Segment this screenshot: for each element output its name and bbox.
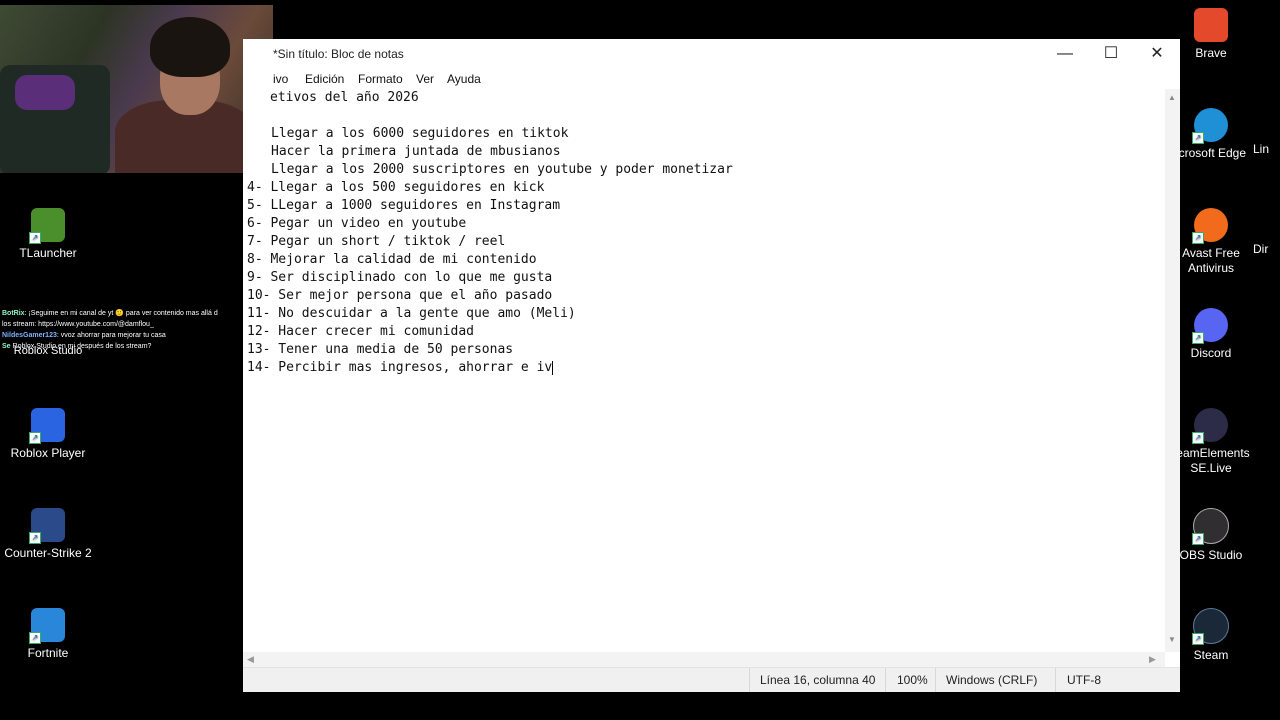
chat-username: NildesGamer123 [2,332,57,339]
steam-icon: ↗ [1192,608,1229,645]
status-line-ending: Windows (CRLF) [946,673,1038,687]
status-encoding: UTF-8 [1067,673,1101,687]
minimize-button[interactable]: — [1042,39,1088,69]
maximize-button[interactable]: ☐ [1088,39,1134,69]
desktop-icon-counter-strike[interactable]: ↗ Counter-Strike 2 [0,508,96,561]
chat-text: los stream: https://www.youtube.com/@dam… [2,321,154,328]
desktop-icon-label: TLauncher [19,246,77,260]
desktop-icon-label: Dir [1253,242,1269,256]
horizontal-scrollbar[interactable]: ◀ ▶ [243,652,1165,667]
discord-icon: ↗ [1192,308,1228,344]
chat-message: BotRix: ¡Seguime en mi canal de yt 🙂 par… [2,308,247,319]
streamelements-icon: ↗ [1192,408,1228,444]
text-line: 10- Ser mejor persona que el año pasado [247,288,553,303]
obs-icon: ↗ [1192,508,1229,545]
text-line-last: 14- Percibir mas ingresos, ahorrar e iv [247,359,554,377]
desktop-icon-label: Roblox Studio [13,345,83,357]
scroll-up-icon[interactable]: ▲ [1168,93,1176,102]
desktop-icon-label: Lin [1253,142,1270,156]
chat-text: : vvoz ahorrar para mejorar tu casa [56,332,166,339]
text-line: 8- Mejorar la calidad de mi contenido [247,252,537,267]
desktop-icon-label: Fortnite [27,646,69,660]
text-line: 13- Tener una media de 50 personas [247,342,514,357]
menu-edicion[interactable]: Edición [305,72,344,86]
counter-strike-icon: ↗ [29,508,65,544]
window-title: *Sin título: Bloc de notas [273,47,404,61]
fortnite-icon: ↗ [29,608,65,644]
scroll-down-icon[interactable]: ▼ [1168,635,1176,644]
text-line: Llegar a los 6000 seguidores en tiktok [271,126,569,141]
scroll-left-icon[interactable]: ◀ [247,654,254,665]
status-bar: Línea 16, columna 40 100% Windows (CRLF)… [243,667,1180,692]
avast-icon: ↗ [1192,208,1228,244]
text-editor[interactable]: etivos del año 2026 Llegar a los 6000 se… [243,89,1165,651]
title-bar[interactable]: *Sin título: Bloc de notas — ☐ ✕ [243,39,1180,69]
status-zoom: 100% [897,673,928,687]
status-position: Línea 16, columna 40 [760,673,876,687]
webcam-feed [0,5,273,173]
text-line: 9- Ser disciplinado con lo que me gusta [247,270,553,285]
edge-icon: ↗ [1192,108,1228,144]
chat-text: : ¡Seguime en mi canal de yt 🙂 para ver … [24,310,218,317]
text-line: 6- Pegar un video en youtube [247,216,467,231]
desktop-icon-fortnite[interactable]: ↗ Fortnite [0,608,96,661]
desktop-icon-label: Counter-Strike 2 [4,546,92,560]
notepad-window: *Sin título: Bloc de notas — ☐ ✕ ivo Edi… [243,39,1180,692]
text-line: 4- Llegar a los 500 seguidores en kick [247,180,545,195]
desktop-icon-roblox-studio[interactable]: Roblox Studio [0,344,96,359]
desktop-icon-partial[interactable]: Dir [1253,242,1280,257]
text-caret [552,360,554,375]
scroll-right-icon[interactable]: ▶ [1149,654,1156,665]
text-line: Llegar a los 2000 suscriptores en youtub… [271,162,733,177]
text-line: etivos del año 2026 [270,90,419,105]
tlauncher-icon: ↗ [29,208,65,244]
vertical-scrollbar[interactable]: ▲ ▼ [1165,89,1180,652]
text-line: Hacer la primera juntada de mbusianos [271,144,561,159]
webcam-blanket [15,75,75,110]
text-line: 7- Pegar un short / tiktok / reel [247,234,506,249]
menu-bar: ivo Edición Formato Ver Ayuda [243,69,1180,89]
desktop-icon-roblox-player[interactable]: ↗ Roblox Player [0,408,96,461]
close-button[interactable]: ✕ [1134,39,1180,69]
chat-message: NildesGamer123: vvoz ahorrar para mejora… [2,330,247,341]
menu-ver[interactable]: Ver [416,72,434,86]
menu-formato[interactable]: Formato [358,72,403,86]
webcam-person [115,15,255,173]
text-line: 11- No descuidar a la gente que amo (Mel… [247,306,576,321]
text-line: 12- Hacer crecer mi comunidad [247,324,474,339]
chat-message: los stream: https://www.youtube.com/@dam… [2,319,247,330]
menu-archivo[interactable]: ivo [273,72,288,86]
desktop-icon-partial[interactable]: Lin [1253,142,1280,157]
menu-ayuda[interactable]: Ayuda [447,72,481,86]
chat-username: BotRix [2,310,25,317]
roblox-icon: ↗ [29,408,65,444]
text-line: 14- Percibir mas ingresos, ahorrar e iv [247,360,553,375]
desktop-icon-tlauncher[interactable]: ↗ TLauncher [0,208,96,261]
desktop-icon-label: Roblox Player [10,446,86,460]
brave-icon [1194,8,1228,42]
text-line: 5- LLegar a 1000 seguidores en Instagram [247,198,561,213]
